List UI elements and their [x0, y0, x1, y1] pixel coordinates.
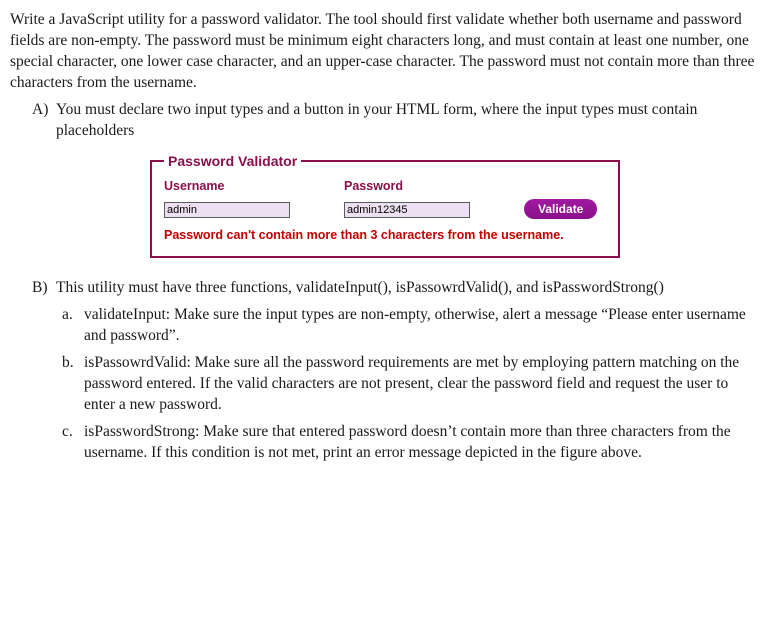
- subitem-a: a. validateInput: Make sure the input ty…: [84, 305, 760, 347]
- password-label: Password: [344, 178, 514, 195]
- subtext-b: isPassowrdValid: Make sure all the passw…: [84, 354, 739, 413]
- list-letter-b: B): [32, 278, 48, 299]
- list-letter-a: A): [32, 100, 48, 121]
- subtext-c: isPasswordStrong: Make sure that entered…: [84, 423, 731, 461]
- username-label: Username: [164, 178, 334, 195]
- subtext-a: validateInput: Make sure the input types…: [84, 306, 746, 344]
- subletter-c: c.: [62, 422, 73, 443]
- list-text-b: This utility must have three functions, …: [56, 279, 664, 296]
- sublist: a. validateInput: Make sure the input ty…: [10, 305, 760, 463]
- list-item-a: A) You must declare two input types and …: [10, 100, 760, 142]
- password-input[interactable]: [344, 202, 470, 218]
- password-validator-fieldset: Password Validator Username Password Val…: [150, 152, 620, 259]
- form-figure: Password Validator Username Password Val…: [10, 152, 760, 259]
- username-input[interactable]: [164, 202, 290, 218]
- error-message: Password can't contain more than 3 chara…: [164, 227, 606, 244]
- subletter-b: b.: [62, 353, 74, 374]
- subletter-a: a.: [62, 305, 73, 326]
- list-item-b: B) This utility must have three function…: [10, 278, 760, 299]
- validate-button[interactable]: Validate: [524, 199, 597, 219]
- intro-paragraph: Write a JavaScript utility for a passwor…: [10, 10, 760, 94]
- subitem-c: c. isPasswordStrong: Make sure that ente…: [84, 422, 760, 464]
- subitem-b: b. isPassowrdValid: Make sure all the pa…: [84, 353, 760, 416]
- fieldset-legend: Password Validator: [164, 152, 301, 171]
- list-text-a: You must declare two input types and a b…: [56, 101, 697, 139]
